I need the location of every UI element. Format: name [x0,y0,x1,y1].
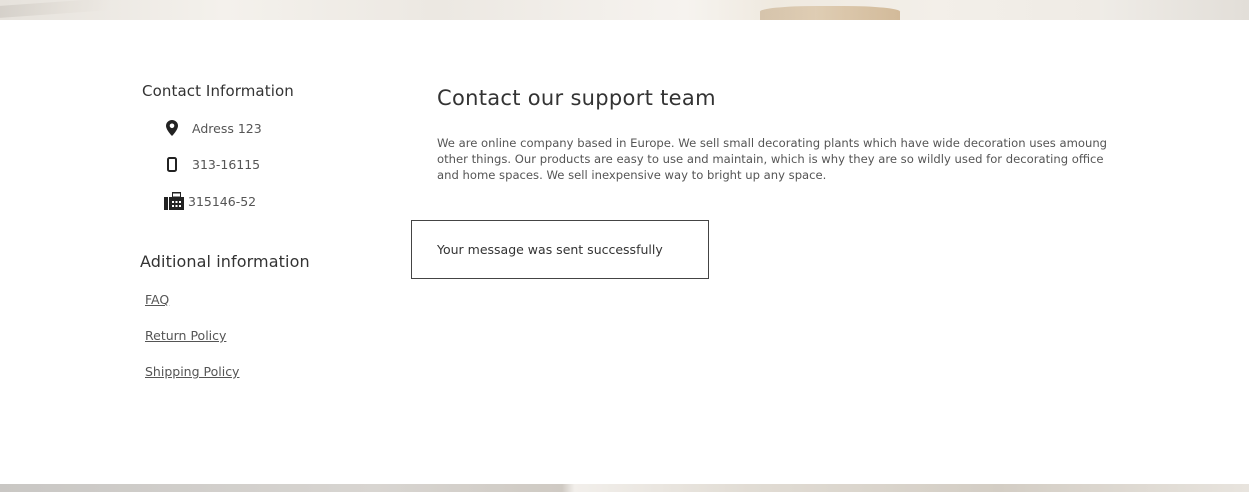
fax-icon [164,192,184,210]
contact-page: Contact Information Adress 123 313-16115 [0,0,1249,492]
contact-information-heading: Contact Information [142,82,294,100]
contact-phone-text: 313-16115 [192,156,261,172]
success-message-box: Your message was sent successfully [411,220,709,279]
success-message: Your message was sent successfully [437,242,663,257]
contact-address: Adress 123 [164,120,262,136]
return-policy-link[interactable]: Return Policy [145,328,226,343]
header-banner-image [0,0,1249,20]
page-title: Contact our support team [437,86,716,110]
map-marker-icon [164,120,180,136]
contact-address-text: Adress 123 [192,120,262,136]
shipping-policy-link[interactable]: Shipping Policy [145,364,239,379]
contact-fax-text: 315146-52 [188,193,257,209]
contact-phone: 313-16115 [164,156,260,172]
mobile-phone-icon [164,156,180,172]
footer-banner-image [0,484,1249,492]
company-description: We are online company based in Europe. W… [437,136,1108,182]
contact-fax: 315146-52 [164,192,256,210]
faq-link[interactable]: FAQ [145,292,169,307]
additional-information-heading: Aditional information [140,252,310,271]
